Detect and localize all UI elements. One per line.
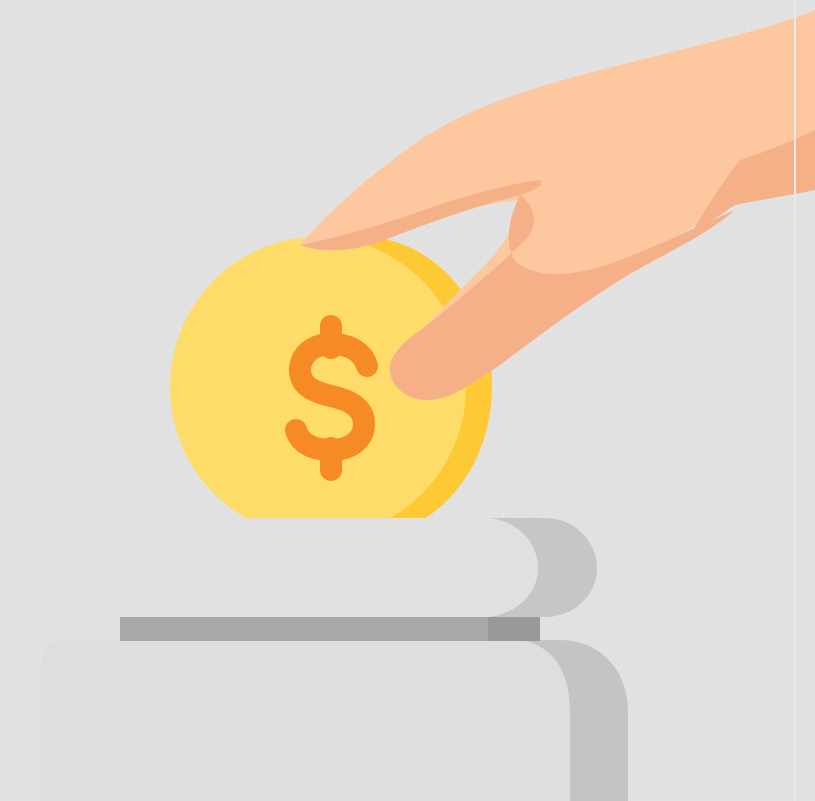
dollar-sign-icon bbox=[285, 315, 378, 481]
illustration-scene bbox=[0, 0, 815, 801]
money-saving-illustration bbox=[0, 0, 815, 801]
jar-slot bbox=[120, 617, 540, 641]
jar-body bbox=[40, 640, 628, 801]
jar-icon bbox=[40, 518, 628, 801]
jar-lid bbox=[63, 518, 597, 617]
jar-slot-shadow bbox=[488, 617, 540, 641]
